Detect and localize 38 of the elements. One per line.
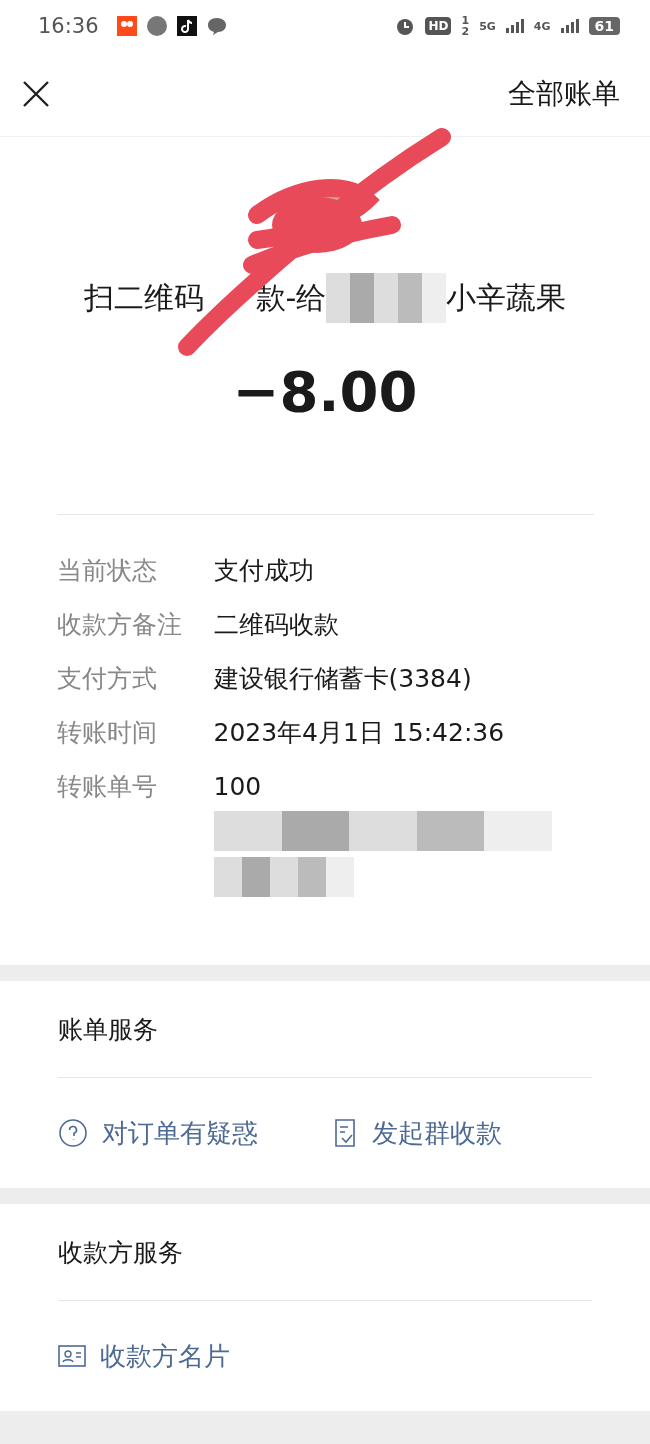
help-icon: [58, 1118, 88, 1148]
clock-time: 16:36: [38, 14, 99, 38]
close-icon[interactable]: [22, 80, 50, 108]
detail-value: 支付成功: [213, 555, 314, 587]
all-bills-link[interactable]: 全部账单: [508, 75, 620, 113]
signal-icon: [505, 19, 524, 33]
detail-value: 二维码收款: [213, 609, 339, 641]
service-link[interactable]: 发起群收款: [334, 1115, 502, 1151]
service-link[interactable]: 对订单有疑惑: [58, 1115, 258, 1151]
payment-title: 款-给: [255, 278, 327, 317]
battery-level: 61: [588, 17, 620, 35]
detail-label: 转账单号: [56, 771, 158, 803]
app-icon: [116, 16, 137, 36]
section-title: 账单服务: [58, 981, 592, 1078]
detail-label: 当前状态: [56, 555, 158, 587]
network-type: 5G: [479, 20, 496, 32]
payment-amount: −8.00: [232, 359, 418, 424]
network-type: 4G: [533, 20, 551, 32]
app-icon: [146, 16, 167, 36]
sim-slot-number: 2: [461, 26, 470, 37]
checklist-icon: [334, 1118, 358, 1148]
sim-slot-number: 1: [461, 15, 470, 26]
contact-card-icon: [58, 1344, 86, 1368]
payee-name: 小辛蔬果: [446, 278, 567, 317]
signal-icon: [560, 19, 579, 33]
detail-label: 支付方式: [56, 663, 158, 695]
detail-value: 100: [213, 771, 262, 803]
detail-label: 收款方备注: [56, 609, 183, 641]
alarm-icon: [395, 16, 416, 36]
hd-indicator: HD: [425, 17, 452, 35]
detail-label: 转账时间: [56, 717, 158, 749]
section-title: 收款方服务: [58, 1204, 592, 1301]
service-link[interactable]: 收款方名片: [58, 1338, 230, 1374]
music-note-icon: [176, 16, 197, 36]
detail-value: 建设银行储蓄卡(3384): [213, 663, 472, 695]
chat-bubble-icon: [206, 17, 227, 35]
detail-value: 2023年4月1日 15:42:36: [213, 717, 505, 749]
payment-title: 扫二维码: [83, 278, 204, 317]
